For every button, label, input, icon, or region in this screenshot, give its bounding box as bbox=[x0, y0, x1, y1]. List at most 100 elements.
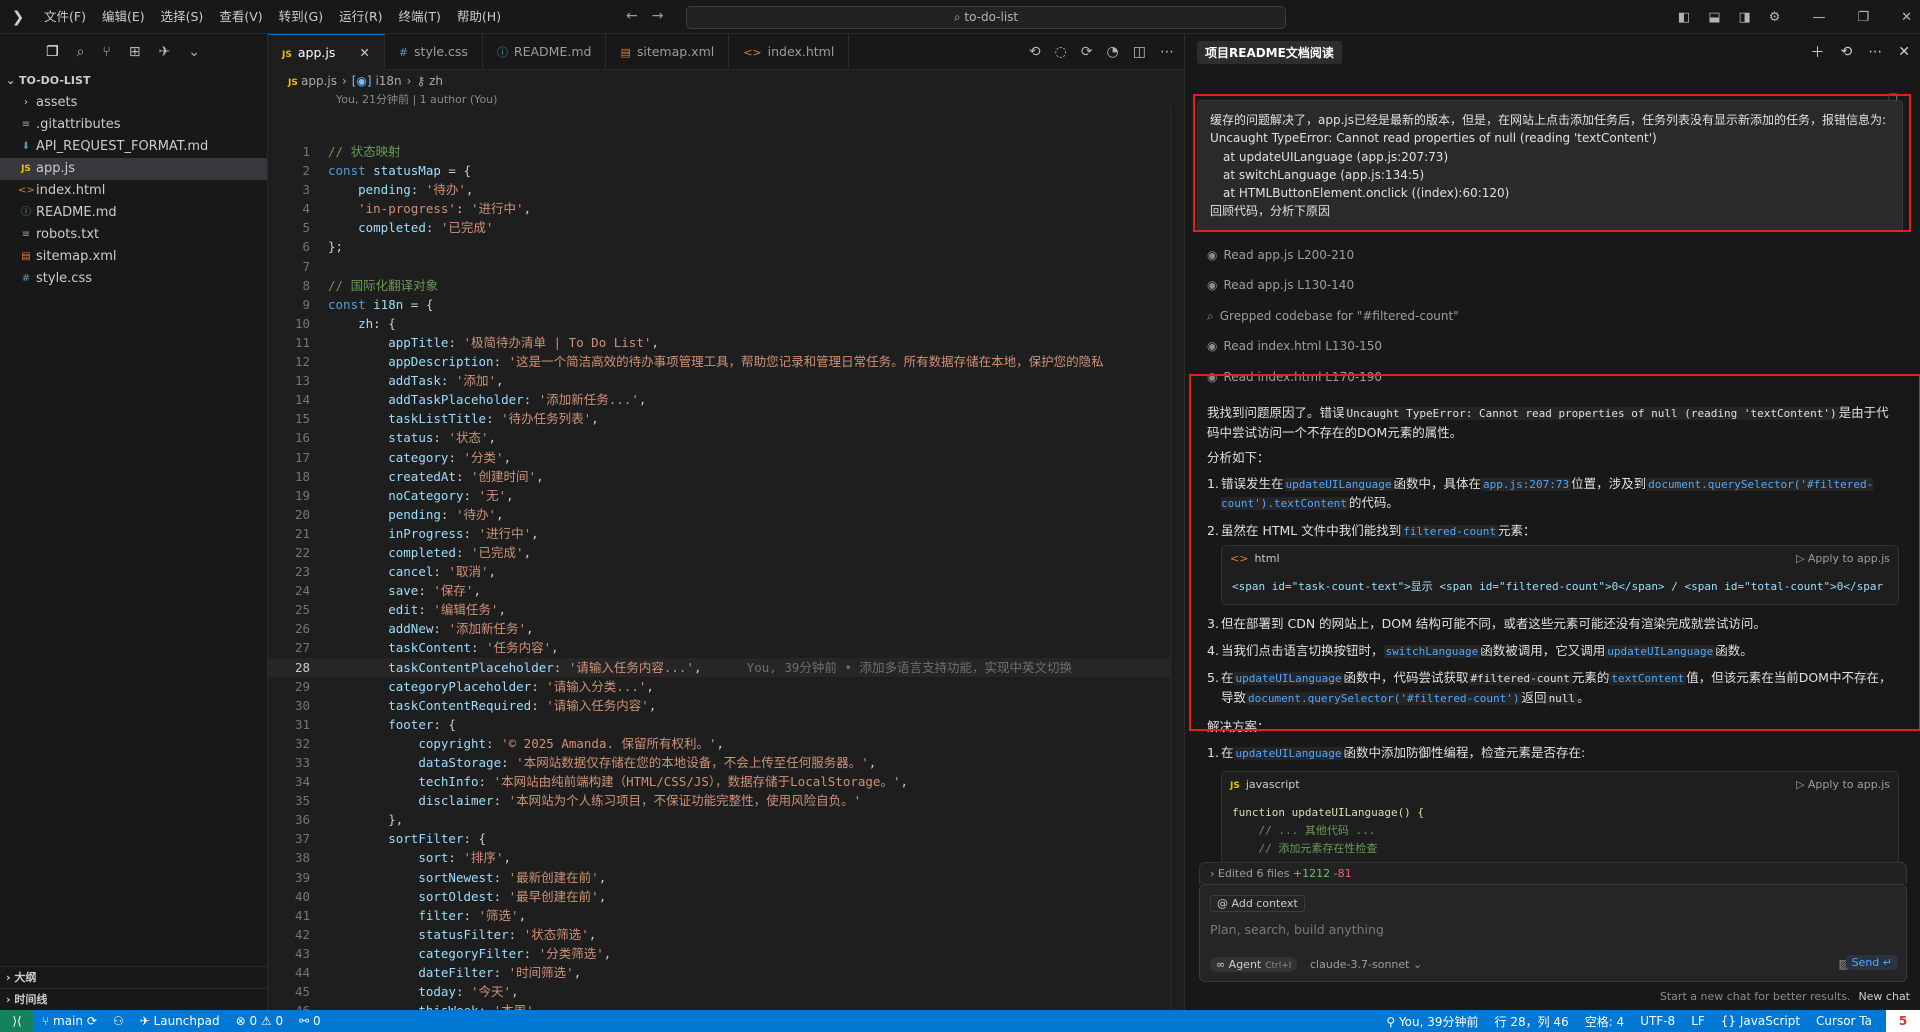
tree-item-gitattributes[interactable]: ≡ .gitattributes bbox=[0, 114, 267, 136]
breadcrumb-key[interactable]: zh bbox=[429, 74, 443, 88]
close-icon[interactable]: ✕ bbox=[359, 45, 369, 60]
code-line[interactable]: 10 zh: { bbox=[268, 314, 1184, 333]
code-line[interactable]: 33 dataStorage: '本网站数据仅存储在您的本地设备，不会上传至任何… bbox=[268, 753, 1184, 772]
circle-dot-icon[interactable]: ◌ bbox=[1055, 44, 1067, 60]
end-of-line[interactable]: LF bbox=[1683, 1014, 1713, 1028]
extensions-icon[interactable]: ⊞ bbox=[129, 44, 141, 60]
breadcrumb-file[interactable]: app.js bbox=[301, 74, 337, 88]
history-icon[interactable]: ⟲ bbox=[1841, 44, 1853, 60]
remote-icon[interactable]: ⟩⟨ bbox=[0, 1010, 34, 1032]
cursor-position[interactable]: 行 28，列 46 bbox=[1487, 1013, 1577, 1030]
chat-input[interactable] bbox=[1210, 919, 1890, 939]
ports-status[interactable]: ⚯ 0 bbox=[291, 1014, 329, 1028]
tree-item-app-js[interactable]: JS app.js bbox=[0, 158, 267, 180]
code-line[interactable]: 1 // 状态映射 bbox=[268, 142, 1184, 161]
cursor-tab-status[interactable]: Cursor Ta bbox=[1808, 1014, 1880, 1028]
command-center-search[interactable]: ⌕ to-do-list bbox=[686, 6, 1286, 29]
tool-call-item[interactable]: ◉ Read index.html L170-190 bbox=[1197, 362, 1909, 393]
code-line[interactable]: 14 addTaskPlaceholder: '添加新任务...', bbox=[268, 390, 1184, 409]
code-line[interactable]: 29 categoryPlaceholder: '请输入分类...', bbox=[268, 677, 1184, 696]
timeline-icon[interactable]: ◔ bbox=[1107, 44, 1119, 60]
code-line[interactable]: 16 status: '状态', bbox=[268, 428, 1184, 447]
code-line[interactable]: 43 categoryFilter: '分类筛选', bbox=[268, 944, 1184, 963]
code-line[interactable]: 23 cancel: '取消', bbox=[268, 562, 1184, 581]
code-line[interactable]: 12 appDescription: '这是一个简洁高效的待办事项管理工具，帮助… bbox=[268, 352, 1184, 371]
notification-badge-icon[interactable]: 5 bbox=[1886, 1010, 1920, 1032]
code-line[interactable]: 2 const statusMap = { bbox=[268, 161, 1184, 180]
code-line[interactable]: 7 bbox=[268, 257, 1184, 276]
codelens-blame[interactable]: You, 21分钟前 | 1 author (You) bbox=[268, 92, 1184, 108]
code-line[interactable]: 18 createdAt: '创建时间', bbox=[268, 467, 1184, 486]
language-mode[interactable]: {} JavaScript bbox=[1713, 1014, 1808, 1028]
breadcrumb-symbol[interactable]: i18n bbox=[375, 74, 401, 88]
go-back-icon[interactable]: ⟲ bbox=[1029, 44, 1041, 60]
code-line[interactable]: 26 addNew: '添加新任务', bbox=[268, 619, 1184, 638]
code-line[interactable]: 6}; bbox=[268, 237, 1184, 256]
code-line[interactable]: 15 taskListTitle: '待办任务列表', bbox=[268, 409, 1184, 428]
minimize-icon[interactable]: — bbox=[1812, 10, 1825, 25]
code-line[interactable]: 40 sortOldest: '最早创建在前', bbox=[268, 887, 1184, 906]
code-line[interactable]: 27 taskContent: '任务内容', bbox=[268, 638, 1184, 657]
code-line[interactable]: 28 taskContentPlaceholder: '请输入任务内容...',… bbox=[268, 657, 1184, 677]
new-chat-link[interactable]: New chat bbox=[1858, 990, 1910, 1003]
code-line[interactable]: 25 edit: '编辑任务', bbox=[268, 600, 1184, 619]
code-line[interactable]: 44 dateFilter: '时间筛选', bbox=[268, 963, 1184, 982]
search-icon[interactable]: ⌕ bbox=[77, 44, 85, 60]
tool-call-item[interactable]: ◉ Read app.js L130-140 bbox=[1197, 270, 1909, 301]
code-line[interactable]: 35 disclaimer: '本网站为个人练习项目，不保证功能完整性，使用风险… bbox=[268, 791, 1184, 810]
code-line[interactable]: 37 sortFilter: { bbox=[268, 829, 1184, 848]
code-line[interactable]: 36 }, bbox=[268, 810, 1184, 829]
menu-help[interactable]: 帮助(H) bbox=[449, 0, 509, 34]
indentation[interactable]: 空格: 4 bbox=[1577, 1013, 1633, 1030]
editor-scrollbar[interactable] bbox=[1170, 106, 1184, 1010]
edited-files-bar[interactable]: › Edited 6 files +1212 -81 bbox=[1199, 862, 1907, 884]
code-line[interactable]: 5 completed: '已完成' bbox=[268, 218, 1184, 237]
user-message[interactable]: 缓存的问题解决了，app.js已经是最新的版本，但是，在网站上点击添加任务后，任… bbox=[1197, 100, 1903, 232]
code-line[interactable]: 11 appTitle: '极简待办清单 | To Do List', bbox=[268, 333, 1184, 352]
chevron-down-icon[interactable]: ⌄ bbox=[188, 44, 200, 60]
code-line[interactable]: 19 noCategory: '无', bbox=[268, 486, 1184, 505]
tree-item-robots[interactable]: ≡ robots.txt bbox=[0, 224, 267, 246]
explorer-root-folder[interactable]: ⌄ TO-DO-LIST bbox=[0, 70, 267, 92]
tree-item-style-css[interactable]: # style.css bbox=[0, 268, 267, 290]
code-line[interactable]: 34 techInfo: '本网站由纯前端构建（HTML/CSS/JS），数据存… bbox=[268, 772, 1184, 791]
code-line[interactable]: 22 completed: '已完成', bbox=[268, 543, 1184, 562]
code-view[interactable]: 1// 状态映射 2 const statusMap = {3 pending: '… bbox=[268, 142, 1184, 1032]
chat-title-tab[interactable]: 项目README文档阅读 bbox=[1197, 40, 1342, 64]
code-line[interactable]: 24 save: '保存', bbox=[268, 581, 1184, 600]
toggle-panel-icon[interactable]: ⬓ bbox=[1708, 10, 1720, 25]
menu-go[interactable]: 转到(G) bbox=[271, 0, 331, 34]
tree-item-readme[interactable]: ⓘ README.md bbox=[0, 202, 267, 224]
files-icon[interactable]: ❐ bbox=[46, 44, 59, 60]
model-select[interactable]: claude-3.7-sonnet ⌄ bbox=[1310, 958, 1422, 971]
menu-selection[interactable]: 选择(S) bbox=[153, 0, 212, 34]
menu-edit[interactable]: 编辑(E) bbox=[94, 0, 153, 34]
tab-readme[interactable]: ⓘ README.md bbox=[483, 34, 607, 70]
tool-call-item[interactable]: ⌕ Grepped codebase for "#filtered-count" bbox=[1197, 301, 1909, 332]
code-line[interactable]: 30 taskContentRequired: '请输入任务内容', bbox=[268, 696, 1184, 715]
toggle-sidebar-icon[interactable]: ◧ bbox=[1678, 10, 1690, 25]
launchpad-status[interactable]: ✈ Launchpad bbox=[132, 1014, 228, 1028]
tab-style-css[interactable]: # style.css bbox=[385, 34, 483, 70]
problems-status[interactable]: ⊗ 0 ⚠ 0 bbox=[228, 1014, 292, 1028]
toggle-secondary-sidebar-icon[interactable]: ◨ bbox=[1738, 10, 1750, 25]
code-line[interactable]: 41 filter: '筛选', bbox=[268, 906, 1184, 925]
new-chat-plus-icon[interactable]: ＋ bbox=[1811, 42, 1825, 62]
code-line[interactable]: 21 inProgress: '进行中', bbox=[268, 524, 1184, 543]
live-share-icon[interactable]: ⚇ bbox=[105, 1014, 132, 1028]
tool-call-item[interactable]: ◉ Read app.js L200-210 bbox=[1197, 240, 1909, 271]
menu-terminal[interactable]: 终端(T) bbox=[391, 0, 449, 34]
menu-view[interactable]: 查看(V) bbox=[211, 0, 270, 34]
code-line[interactable]: 39 sortNewest: '最新创建在前', bbox=[268, 868, 1184, 887]
apply-button[interactable]: ▷ Apply to app.js bbox=[1796, 546, 1890, 572]
back-arrow-icon[interactable]: ← bbox=[626, 8, 638, 24]
go-forward-icon[interactable]: ⟳ bbox=[1081, 44, 1093, 60]
menu-run[interactable]: 运行(R) bbox=[331, 0, 390, 34]
agent-mode-button[interactable]: ∞ Agent Ctrl+I bbox=[1210, 957, 1298, 972]
code-block-body[interactable]: function updateUILanguage() { // ... 其他代… bbox=[1222, 798, 1898, 870]
code-line[interactable]: 42 statusFilter: '状态筛选', bbox=[268, 925, 1184, 944]
apply-button[interactable]: ▷ Apply to app.js bbox=[1796, 772, 1890, 798]
close-window-icon[interactable]: ✕ bbox=[1901, 10, 1912, 25]
code-line[interactable]: 32 copyright: '© 2025 Amanda. 保留所有权利。', bbox=[268, 734, 1184, 753]
more-actions-icon[interactable]: ⋯ bbox=[1160, 44, 1174, 60]
